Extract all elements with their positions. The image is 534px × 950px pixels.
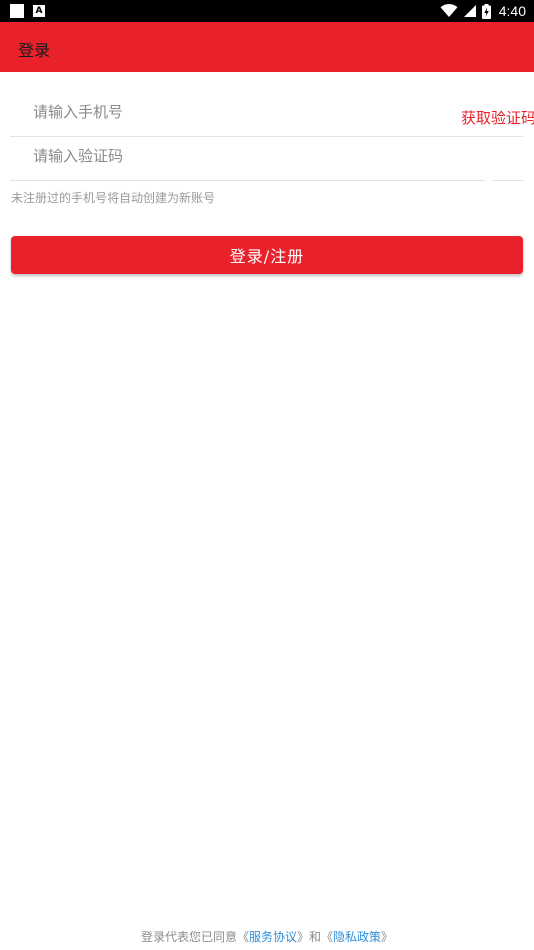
- status-right-icons: 4:40: [440, 2, 526, 20]
- code-underline: [10, 180, 485, 181]
- code-input[interactable]: 请输入验证码: [10, 136, 490, 178]
- a-notification-icon: A: [33, 5, 45, 17]
- phone-placeholder: 请输入手机号: [33, 103, 124, 121]
- status-bar: A 4:40: [0, 0, 534, 22]
- wifi-icon: [440, 4, 458, 17]
- page-title: 登录: [18, 41, 51, 60]
- app-bar: 登录: [0, 22, 534, 72]
- agreement-prefix: 登录代表您已同意《: [140, 930, 249, 944]
- square-icon: [10, 4, 24, 18]
- status-left-icons: A: [10, 4, 45, 18]
- get-code-underline: [493, 180, 523, 181]
- signal-icon: [463, 5, 476, 17]
- privacy-policy-link[interactable]: 隐私政策: [333, 930, 381, 944]
- agreement-middle: 》和《: [296, 930, 333, 944]
- code-placeholder: 请输入验证码: [33, 147, 124, 165]
- battery-icon: [481, 3, 491, 19]
- get-code-button[interactable]: 获取验证码: [461, 107, 534, 127]
- agreement-suffix: 》: [381, 930, 394, 944]
- terms-of-service-link[interactable]: 服务协议: [249, 930, 297, 944]
- phone-input[interactable]: 请输入手机号: [10, 92, 523, 134]
- agreement-text: 登录代表您已同意《服务协议》和《隐私政策》: [0, 928, 534, 945]
- login-register-button[interactable]: 登录/注册: [11, 236, 523, 274]
- status-time: 4:40: [498, 3, 526, 19]
- new-account-hint: 未注册过的手机号将自动创建为新账号: [11, 191, 216, 205]
